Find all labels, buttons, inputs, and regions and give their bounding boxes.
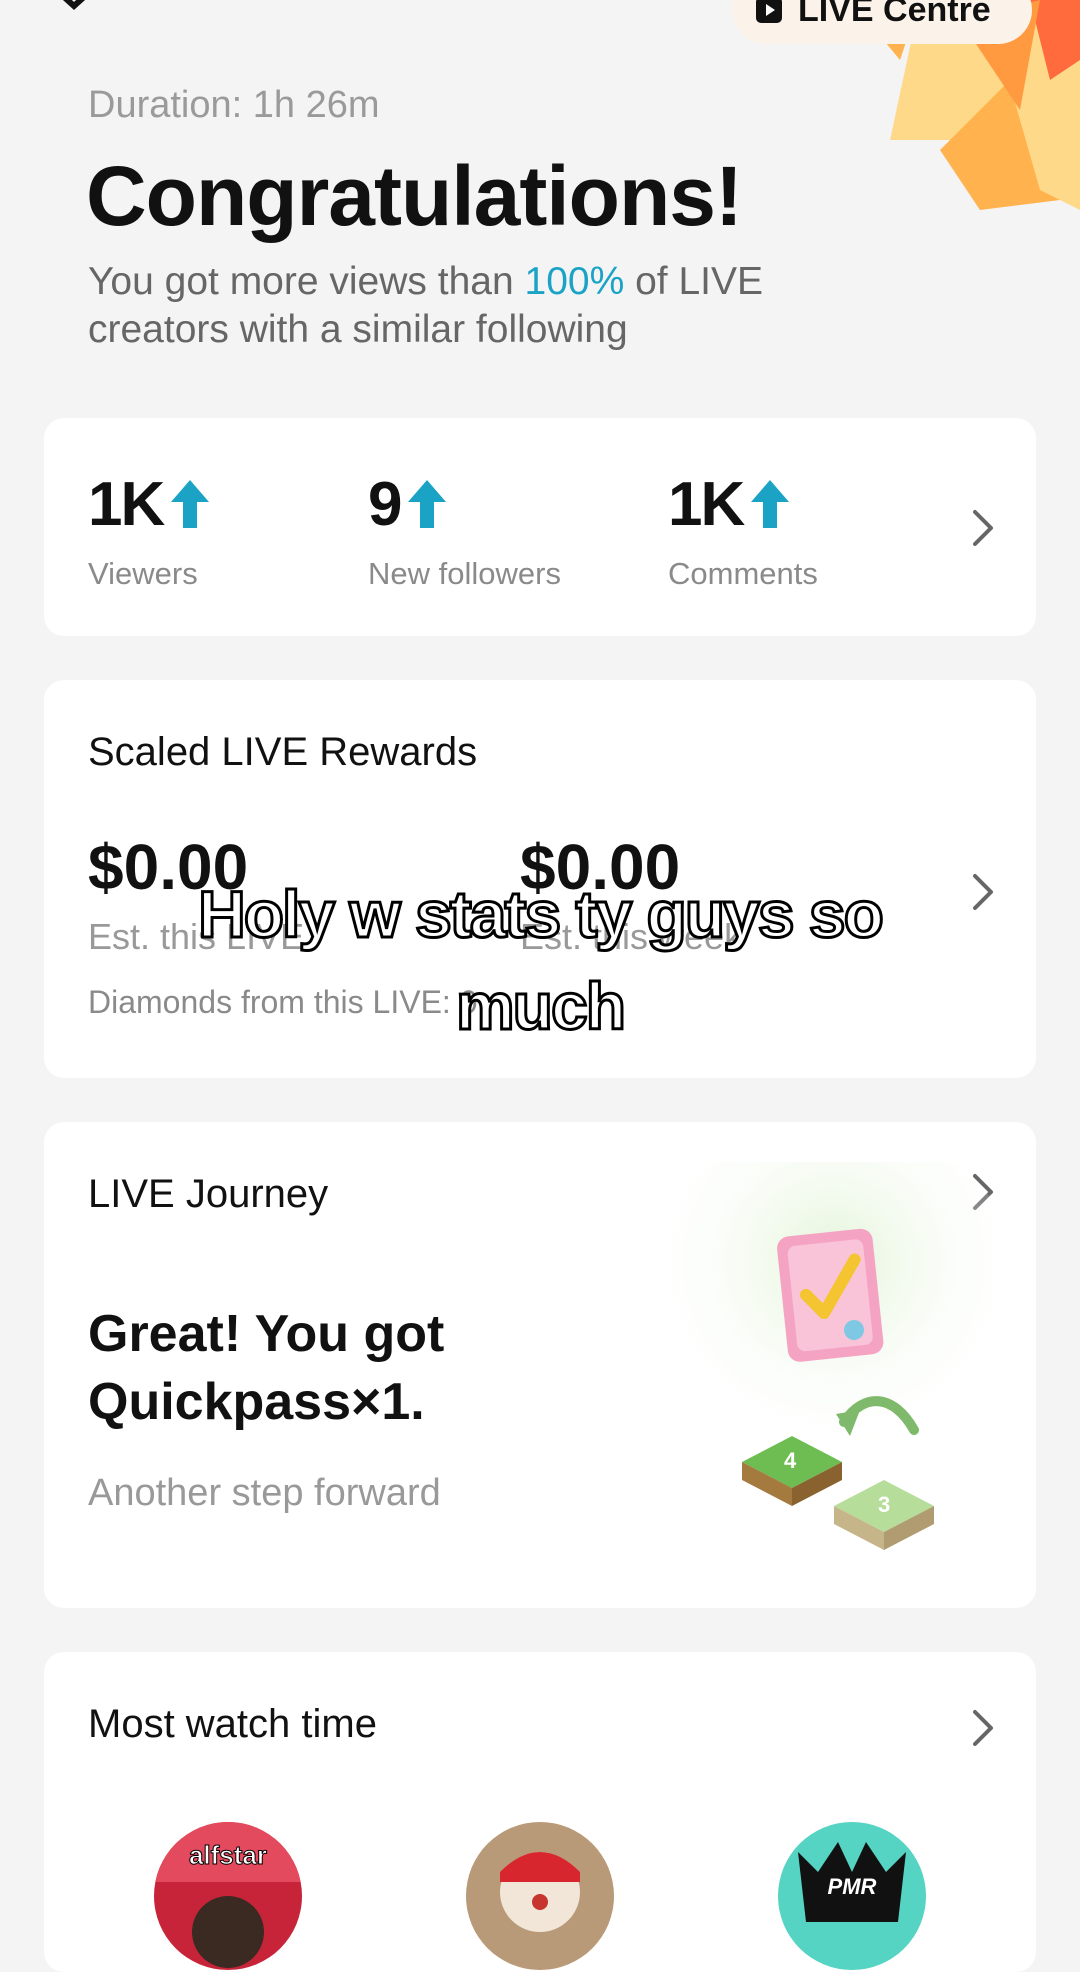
live-centre-label: LIVE Centre: [798, 0, 991, 29]
avatar-image: alfstar: [154, 1822, 302, 1970]
stat-new-followers: 9 New followers: [368, 468, 561, 592]
journey-title: LIVE Journey: [88, 1172, 329, 1216]
stat-value: 9: [368, 469, 403, 539]
avatar-image: [466, 1822, 614, 1970]
avatar[interactable]: alfstar: [154, 1822, 302, 1970]
page-title: Congratulations!: [86, 149, 743, 243]
views-comparison: You got more views than 100% of LIVE cre…: [88, 258, 908, 354]
arrow-up-icon: [751, 480, 790, 528]
avatar-image: PMR: [778, 1822, 926, 1970]
stat-label: New followers: [368, 556, 561, 591]
close-icon[interactable]: [44, 0, 104, 26]
rewards-title: Scaled LIVE Rewards: [88, 730, 478, 774]
video-caption-overlay: Holy w stats ty guys so much: [197, 876, 886, 1045]
live-centre-icon: [756, 0, 782, 23]
stat-label: Comments: [668, 556, 818, 591]
live-duration: Duration: 1h 26m: [88, 84, 380, 126]
avatar[interactable]: PMR: [778, 1822, 926, 1970]
stat-comments: 1K Comments: [668, 468, 818, 592]
arrow-up-icon: [171, 480, 210, 528]
arrow-up-icon: [408, 480, 447, 528]
watch-title: Most watch time: [88, 1702, 377, 1746]
live-journey-card[interactable]: LIVE Journey Great! You got Quickpass×1.…: [44, 1122, 1036, 1608]
quickpass-illustration: 4 3: [634, 1162, 1024, 1550]
views-prefix: You got more views than: [88, 260, 514, 303]
avatar[interactable]: [466, 1822, 614, 1970]
most-watch-time-card[interactable]: Most watch time alfstar PMR: [44, 1652, 1036, 1972]
stat-value: 1K: [668, 469, 745, 539]
svg-text:3: 3: [878, 1492, 890, 1517]
live-centre-button[interactable]: LIVE Centre: [732, 0, 1032, 44]
stat-value: 1K: [88, 469, 165, 539]
summary-header: LIVE Centre Duration: 1h 26m Congratulat…: [0, 0, 1080, 400]
chevron-right-icon[interactable]: [970, 1708, 996, 1748]
avatar-label: PMR: [828, 1874, 877, 1899]
chevron-right-icon[interactable]: [970, 508, 996, 548]
svg-text:4: 4: [784, 1448, 797, 1473]
stat-label: Viewers: [88, 556, 198, 591]
stats-card[interactable]: 1K Viewers 9 New followers 1K Comments: [44, 418, 1036, 636]
journey-headline: Great! You got Quickpass×1.: [88, 1305, 445, 1431]
avatar-label: alfstar: [189, 1840, 267, 1870]
stat-viewers: 1K Viewers: [88, 468, 211, 592]
journey-subtext: Another step forward: [88, 1472, 441, 1514]
views-percent: 100%: [524, 260, 625, 303]
